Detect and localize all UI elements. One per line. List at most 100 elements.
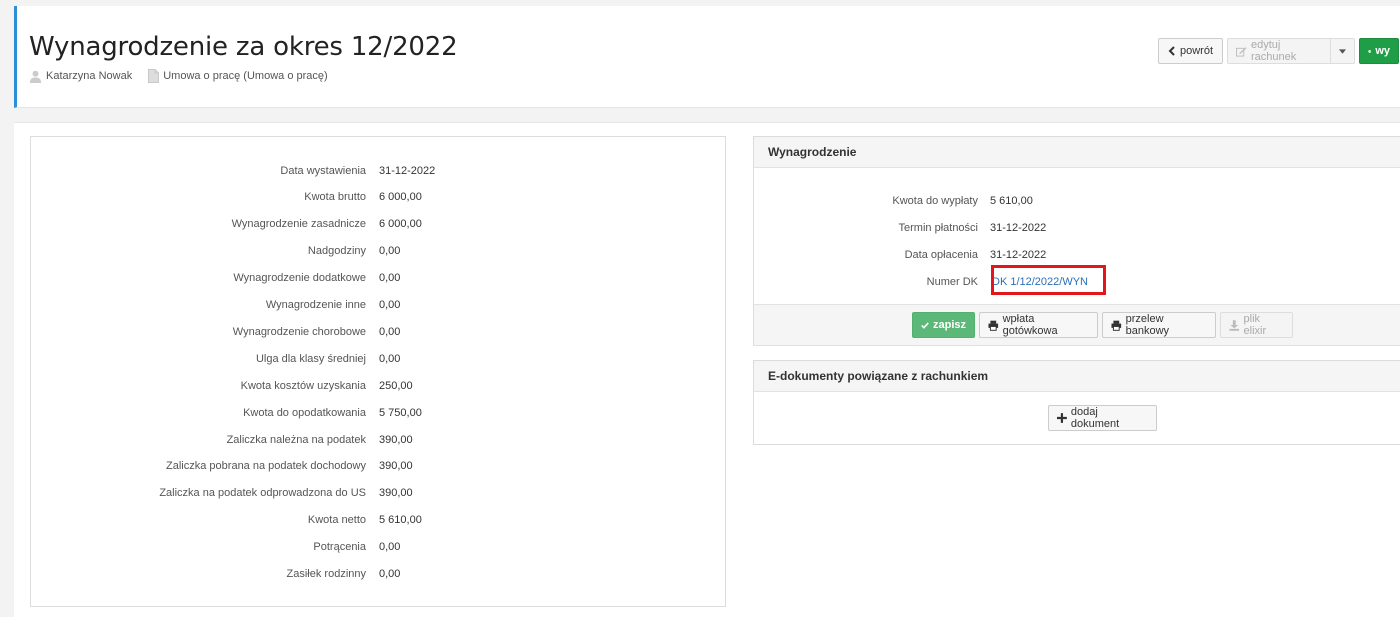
download-icon: [1229, 319, 1240, 331]
detail-label: Zaliczka pobrana na podatek dochodowy: [166, 460, 366, 473]
print-icon: [1368, 49, 1372, 53]
detail-label: Wynagrodzenie chorobowe: [232, 325, 366, 338]
detail-row: Wynagrodzenie chorobowe 0,00: [31, 318, 727, 345]
contract-name: Umowa o pracę (Umowa o pracę): [163, 70, 328, 82]
detail-label: Kwota do opodatkowania: [243, 406, 366, 419]
detail-row: Zaliczka na podatek odprowadzona do US 39…: [31, 480, 727, 507]
salary-panel: Wynagrodzenie Kwota do wypłaty 5 610,00 Te…: [753, 136, 1400, 346]
detail-value: 390,00: [379, 487, 413, 500]
highlight-annotation: [991, 265, 1106, 295]
user-icon: [29, 70, 42, 83]
cash-payment-label: wpłata gotówkowa: [1002, 313, 1058, 337]
print-button-label: wy: [1375, 45, 1390, 57]
document-icon: [148, 69, 160, 83]
detail-value: 0,00: [379, 245, 401, 258]
print-button[interactable]: wy: [1359, 38, 1399, 64]
detail-label: Zasiłek rodzinny: [286, 568, 366, 580]
edit-dropdown-toggle[interactable]: [1330, 38, 1355, 64]
detail-value: 6 000,00: [379, 191, 422, 204]
detail-label: Wynagrodzenie inne: [265, 299, 366, 311]
detail-label: Zaliczka należna na podatek: [226, 433, 366, 446]
detail-value: 5 610,00: [379, 514, 422, 527]
detail-row: Kwota do opodatkowania 5 750,00: [31, 399, 727, 426]
edit-bill-button[interactable]: edytuj rachunek: [1227, 38, 1330, 64]
detail-label: Ulga dla klasy średniej: [255, 352, 366, 365]
detail-label: Zaliczka na podatek odprowadzona do US: [159, 487, 366, 500]
employee-meta: Katarzyna Nowak: [29, 70, 132, 83]
bank-transfer-button[interactable]: przelew bankowy: [1102, 312, 1216, 338]
salary-row-value: 5 610,00: [990, 194, 1033, 207]
plus-icon: [1057, 413, 1067, 423]
salary-row-value: 31-12-2022: [990, 248, 1047, 261]
detail-row: Kwota kosztów uzyskania 250,00: [31, 372, 727, 399]
salary-row-label: Numer DK: [926, 275, 978, 288]
elixir-file-button[interactable]: plik elixir: [1220, 312, 1293, 338]
detail-row: Ulga dla klasy średniej 0,00: [31, 345, 727, 372]
elixir-file-label: plik elixir: [1243, 313, 1267, 337]
check-icon: [921, 321, 929, 329]
back-button-label: powrót: [1179, 45, 1214, 57]
detail-label: Wynagrodzenie zasadnicze: [231, 218, 366, 231]
detail-value: 0,00: [379, 568, 401, 580]
detail-row: Potrącenia 0,00: [31, 534, 727, 561]
detail-value: 390,00: [379, 460, 413, 473]
back-button[interactable]: powrót: [1158, 38, 1223, 64]
detail-row: Wynagrodzenie inne 0,00: [31, 292, 727, 319]
caret-down-icon: [1339, 48, 1346, 54]
detail-value: 0,00: [379, 272, 401, 285]
detail-label: Kwota brutto: [304, 191, 366, 204]
edit-icon: [1236, 46, 1247, 57]
detail-value: 0,00: [379, 325, 401, 338]
edit-bill-label: edytuj rachunek: [1250, 39, 1297, 63]
detail-row: Wynagrodzenie zasadnicze 6 000,00: [31, 211, 727, 238]
cash-payment-button[interactable]: wpłata gotówkowa: [979, 312, 1098, 338]
detail-row: Wynagrodzenie dodatkowe 0,00: [31, 265, 727, 292]
detail-value: 5 750,00: [379, 406, 422, 419]
print-icon: [988, 320, 999, 331]
detail-value: 31-12-2022: [379, 164, 436, 177]
detail-value: 250,00: [379, 379, 413, 392]
salary-row-value: 31-12-2022: [990, 221, 1047, 234]
edocuments-panel: E-dokumenty powiązane z rachunkiem dodaj…: [753, 360, 1400, 445]
add-document-label: dodaj dokument: [1070, 406, 1120, 430]
page-title: Wynagrodzenie za okres 12/2022: [29, 32, 458, 62]
salary-row: Kwota do wypłaty 5 610,00: [754, 187, 1400, 214]
detail-row: Zasiłek rodzinny 0,00: [31, 561, 727, 588]
salary-panel-title: Wynagrodzenie: [754, 137, 1400, 168]
detail-label: Kwota netto: [307, 514, 366, 527]
print-icon: [1111, 320, 1122, 331]
bank-transfer-label: przelew bankowy: [1125, 313, 1170, 337]
detail-value: 0,00: [379, 352, 401, 365]
detail-row: Zaliczka należna na podatek 390,00: [31, 426, 727, 453]
detail-value: 6 000,00: [379, 218, 422, 231]
save-button-label: zapisz: [932, 319, 966, 331]
detail-label: Wynagrodzenie dodatkowe: [233, 272, 366, 285]
salary-row-label: Termin płatności: [898, 221, 978, 234]
detail-value: 0,00: [379, 299, 401, 311]
salary-row: Data opłacenia 31-12-2022: [754, 241, 1400, 268]
detail-value: 390,00: [379, 433, 413, 446]
detail-label: Data wystawienia: [280, 164, 366, 177]
header-actions: powrót edytuj rachunek wy: [1158, 38, 1400, 64]
add-document-button[interactable]: dodaj dokument: [1048, 405, 1157, 431]
chevron-left-icon: [1168, 46, 1175, 56]
save-button[interactable]: zapisz: [912, 312, 975, 338]
detail-row: Data wystawienia 31-12-2022: [31, 157, 727, 184]
employee-name: Katarzyna Nowak: [46, 70, 133, 82]
detail-row: Kwota brutto 6 000,00: [31, 184, 727, 211]
detail-label: Kwota kosztów uzyskania: [240, 379, 366, 392]
edocuments-panel-title: E-dokumenty powiązane z rachunkiem: [754, 361, 1400, 392]
contract-meta: Umowa o pracę (Umowa o pracę): [148, 69, 328, 83]
detail-label: Nadgodziny: [307, 245, 366, 258]
salary-row-label: Kwota do wypłaty: [892, 194, 978, 207]
salary-row-label: Data opłacenia: [904, 248, 978, 261]
salary-row: Termin płatności 31-12-2022: [754, 214, 1400, 241]
detail-label: Potrącenia: [313, 541, 366, 554]
detail-row: Zaliczka pobrana na podatek dochodowy 390…: [31, 453, 727, 480]
salary-details-panel: Data wystawienia 31-12-2022 Kwota brutto 6 …: [30, 136, 726, 607]
page-meta: Katarzyna Nowak Umowa o pracę (Umowa o p…: [29, 69, 344, 83]
detail-row: Kwota netto 5 610,00: [31, 507, 727, 534]
salary-panel-actions: zapisz wpłata gotówkowa przelew bankowy …: [754, 304, 1400, 346]
detail-value: 0,00: [379, 541, 401, 554]
detail-row: Nadgodziny 0,00: [31, 238, 727, 265]
